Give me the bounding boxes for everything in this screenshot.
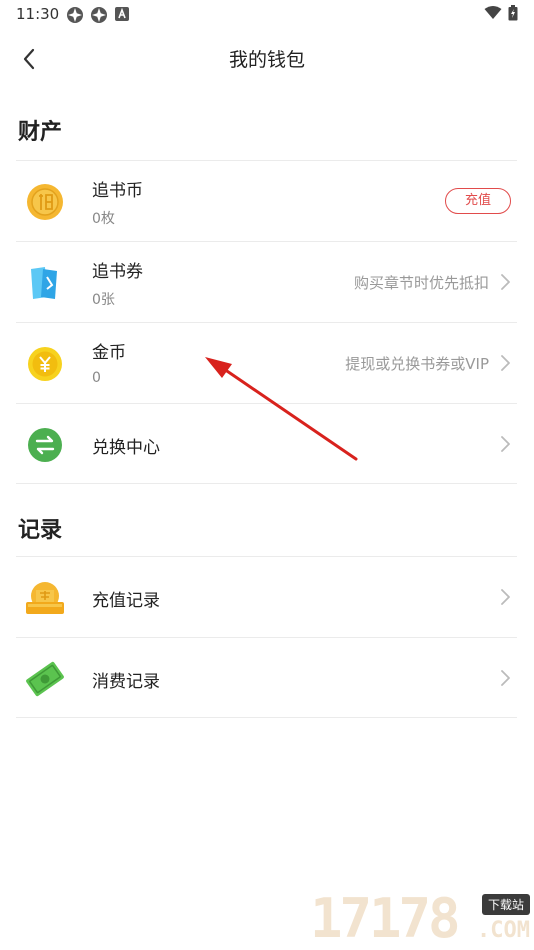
row-title: 兑换中心 — [92, 438, 160, 458]
chevron-right-icon — [501, 670, 510, 686]
wallet-row-book-coins[interactable]: 追书币 0枚 充值 — [16, 160, 517, 241]
section-heading-assets: 财产 — [18, 120, 63, 145]
status-time: 11:30 — [16, 5, 60, 23]
wallet-row-book-vouchers[interactable]: 追书券 0张 购买章节时优先抵扣 — [16, 241, 517, 322]
row-title: 追书券 — [92, 262, 143, 282]
page-title: 我的钱包 — [228, 49, 305, 71]
chevron-right-icon — [501, 274, 510, 290]
row-title: 消费记录 — [92, 672, 160, 692]
wallet-row-exchange-center[interactable]: 兑换中心 — [16, 403, 517, 484]
row-title: 追书币 — [92, 181, 143, 201]
notification-app-icon — [91, 7, 107, 23]
watermark-logo: 17178 下载站 .COM — [310, 884, 534, 950]
status-notification-icons — [66, 6, 130, 24]
wallet-row-recharge-records[interactable]: 充值记录 — [16, 556, 517, 637]
notification-app-icon — [67, 7, 83, 23]
row-title: 金币 — [92, 343, 126, 363]
exchange-icon — [24, 424, 66, 466]
ticket-icon — [24, 262, 66, 304]
row-value: 0张 — [92, 292, 115, 308]
wallet-row-spending-records[interactable]: 消费记录 — [16, 637, 517, 718]
row-value: 0枚 — [92, 211, 115, 227]
chevron-right-icon — [501, 355, 510, 371]
coin-icon — [24, 181, 66, 223]
recharge-button[interactable]: 充值 — [445, 188, 511, 214]
gold-coin-icon — [24, 343, 66, 385]
watermark-badge: 下载站 — [481, 894, 530, 915]
chevron-right-icon — [501, 589, 510, 605]
row-hint: 购买章节时优先抵扣 — [353, 274, 489, 292]
watermark-suffix: .COM — [477, 918, 530, 943]
a-letter-icon — [115, 7, 129, 21]
nav-bar: 我的钱包 — [0, 36, 534, 80]
status-bar: 11:30 — [0, 0, 534, 28]
row-hint: 提现或兑换书券或VIP — [345, 355, 489, 373]
wallet-row-gold-coins[interactable]: 金币 0 提现或兑换书券或VIP — [16, 322, 517, 403]
battery-icon — [508, 5, 518, 21]
row-value: 0 — [92, 370, 101, 386]
money-icon — [24, 658, 66, 700]
recharge-record-icon — [24, 577, 66, 619]
chevron-right-icon — [501, 436, 510, 452]
status-right-icons — [484, 5, 518, 21]
wifi-icon — [484, 6, 502, 19]
section-heading-records: 记录 — [18, 518, 63, 543]
row-title: 充值记录 — [92, 591, 160, 611]
watermark-digits: 17178 — [310, 887, 461, 950]
